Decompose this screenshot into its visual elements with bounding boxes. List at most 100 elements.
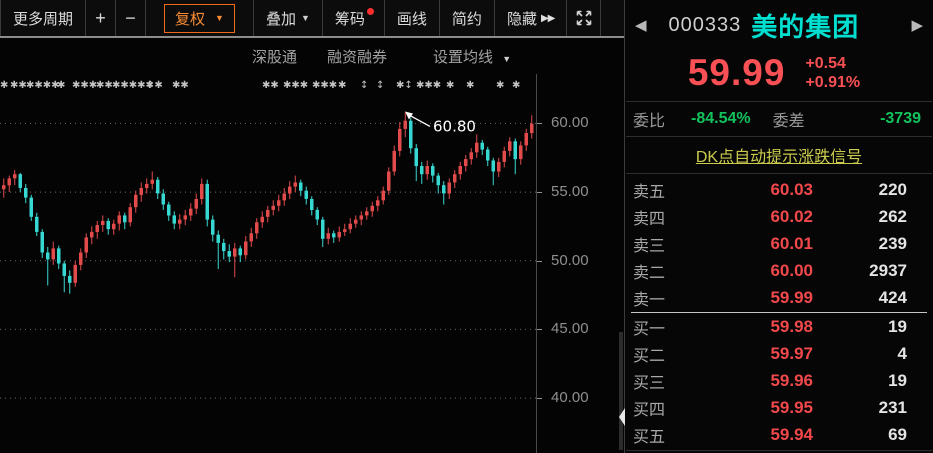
dk-signal-link[interactable]: DK点自动提示涨跌信号 [696, 143, 862, 167]
next-stock-arrow-icon[interactable]: ▶ [911, 16, 923, 34]
bid-row-1[interactable]: 买一 59.98 19 [625, 313, 933, 340]
bid-row-3[interactable]: 买三 59.96 19 [625, 367, 933, 394]
bid-label: 买二 [633, 347, 666, 365]
more-periods-button[interactable]: 更多周期 [0, 0, 87, 36]
hide-label: 隐藏 [506, 10, 537, 28]
collapse-left-arrow-icon [619, 408, 625, 426]
ask-price: 59.99 [770, 288, 813, 308]
ask-price: 60.01 [770, 234, 813, 254]
caret-down-icon: ▼ [300, 13, 310, 23]
ask-label: 卖二 [633, 265, 666, 283]
prev-stock-arrow-icon[interactable]: ◀ [635, 16, 647, 34]
event-marker-icon: ✱✱ [96, 80, 113, 91]
event-marker-icon: ✱✱✱✱ [26, 80, 60, 91]
ask-price: 60.02 [770, 206, 813, 226]
y-axis-label: 45.00 [551, 320, 589, 338]
simple-mode-button[interactable]: 简约 [440, 0, 495, 36]
bid-row-2[interactable]: 买二 59.97 4 [625, 340, 933, 367]
ask-volume: 220 [878, 179, 907, 199]
fullscreen-expand-icon [576, 10, 592, 26]
event-marker-icon: ↕ [376, 80, 384, 91]
zoom-in-button[interactable]: + [86, 0, 117, 36]
adjust-price-cell: 复权 ▼ [146, 0, 254, 36]
fullscreen-button[interactable] [567, 0, 602, 36]
hide-button[interactable]: 隐藏 ▶▶ [495, 0, 568, 36]
notification-dot-icon [366, 7, 374, 15]
ask-volume: 424 [878, 288, 907, 308]
ma-settings-dropdown[interactable]: 设置均线 ▼ [433, 46, 511, 67]
event-marker-icon: ✱ [57, 80, 65, 91]
y-axis-tick [537, 192, 542, 194]
stock-app-window: 更多周期 + − 复权 ▼ 叠加 ▼ 筹码 画线 简约 隐藏 ▶▶ 深股通 融资… [0, 0, 933, 453]
ask-row-2[interactable]: 卖二 60.00 2937 [625, 258, 933, 285]
event-marker-icon: ✱↕ [396, 80, 413, 91]
last-price: 59.99 [687, 52, 786, 94]
event-marker-icon: ✱✱ [262, 80, 279, 91]
event-marker-icon: ✱ [496, 80, 504, 91]
ask-row-1[interactable]: 卖一 59.99 424 [625, 285, 933, 312]
bid-label: 买五 [633, 429, 666, 447]
weibi-value: -84.54% [691, 110, 751, 128]
quote-panel: ◀ 000333 美的集团 ▶ 59.99 +0.54 +0.91% 委比 -8… [624, 0, 933, 453]
bid-row-5[interactable]: 买五 59.94 69 [625, 422, 933, 449]
bid-row-4[interactable]: 买四 59.95 231 [625, 395, 933, 422]
event-marker-icon: ↕✱ [146, 80, 163, 91]
y-axis-tick [537, 260, 542, 262]
chips-button[interactable]: 筹码 [323, 0, 385, 36]
stock-name: 美的集团 [751, 11, 860, 42]
scrollbar-strip[interactable] [619, 332, 623, 450]
event-marker-icon: ✱✱✱ [72, 80, 97, 91]
event-marker-icon: ✱✱ [10, 80, 27, 91]
ask-row-3[interactable]: 卖三 60.01 239 [625, 231, 933, 258]
bid-volume: 69 [888, 425, 907, 445]
panel-collapse-handle[interactable] [618, 402, 626, 432]
candlestick-plot[interactable]: ✱ ✱✱ ✱✱✱✱ ✱ ✱✱✱ ✱✱ ✱✱✱✱✱ ↕✱ ✱✱ ✱✱ ✱✱✱ ✱✱✱ ✱ ↕ ↕ ✱↕ ✱✱✱ ✱ ✱… [0, 74, 537, 453]
event-marker-icon: ✱✱✱ [416, 80, 441, 91]
order-imbalance-row: 委比 -84.54% 委差 -3739 [625, 102, 933, 136]
bid-volume: 19 [888, 371, 907, 391]
price-change-percent: +0.91% [805, 74, 861, 92]
y-axis-label: 40.00 [551, 389, 589, 407]
event-marker-icon: ✱ [466, 80, 474, 91]
order-book: 卖五 60.03 220 卖四 60.02 262 卖三 60.01 239 卖… [625, 174, 933, 453]
quote-header: ◀ 000333 美的集团 ▶ [625, 0, 933, 45]
event-marker-icon: ✱ [446, 80, 454, 91]
ask-row-4[interactable]: 卖四 60.02 262 [625, 203, 933, 230]
event-marker-icon: ✱ [338, 80, 346, 91]
chart-subheader: 深股通 融资融券 设置均线 ▼ [0, 38, 624, 74]
ask-price: 60.03 [770, 179, 813, 199]
bid-label: 买三 [633, 375, 666, 393]
caret-down-icon: ▼ [502, 53, 512, 64]
ask-label: 卖一 [633, 292, 666, 310]
bid-price: 59.98 [770, 316, 813, 336]
weicha-label: 委差 [772, 113, 805, 131]
draw-line-button[interactable]: 画线 [385, 0, 440, 36]
bid-volume: 231 [878, 398, 907, 418]
candlestick-chart-svg: ✱ ✱✱ ✱✱✱✱✱ ✱✱✱✱✱ ✱✱✱✱✱↕✱ ✱✱ ✱✱ ✱✱✱ ✱✱✱ ✱ ↕ ↕ ✱↕ ✱✱✱ ✱ ✱… [0, 80, 537, 399]
event-marker-icon: ✱ [0, 80, 8, 91]
plot-region: ✱ ✱✱ ✱✱✱✱ ✱ ✱✱✱ ✱✱ ✱✱✱✱✱ ↕✱ ✱✱ ✱✱ ✱✱✱ ✱✱✱ ✱ ↕ ↕ ✱↕ ✱✱✱ ✱ ✱… [0, 74, 624, 453]
y-axis-tick [537, 398, 542, 400]
dk-signal-row: DK点自动提示涨跌信号 [625, 137, 933, 173]
zoom-out-button[interactable]: − [116, 0, 147, 36]
ask-label: 卖三 [633, 238, 666, 256]
ask-label: 卖五 [633, 183, 666, 201]
shenzhen-connect-toggle[interactable]: 深股通 [252, 46, 297, 67]
overlay-button[interactable]: 叠加 ▼ [254, 0, 323, 36]
event-marker-icon: ✱✱ [172, 80, 189, 91]
adjust-price-button[interactable]: 复权 ▼ [164, 3, 235, 33]
ask-volume: 262 [878, 206, 907, 226]
bid-price: 59.95 [770, 398, 813, 418]
chart-toolbar: 更多周期 + − 复权 ▼ 叠加 ▼ 筹码 画线 简约 隐藏 ▶▶ [0, 0, 624, 38]
bid-price: 59.96 [770, 371, 813, 391]
ask-price: 60.00 [770, 261, 813, 281]
margin-trading-toggle[interactable]: 融资融券 [327, 46, 387, 67]
ask-volume: 239 [878, 234, 907, 254]
ask-row-5[interactable]: 卖五 60.03 220 [625, 176, 933, 203]
bid-price: 59.97 [770, 343, 813, 363]
bid-label: 买一 [633, 320, 666, 338]
price-annotation: 60.80 [433, 117, 476, 135]
caret-down-icon: ▼ [215, 13, 224, 23]
bid-volume: 19 [888, 316, 907, 336]
overlay-label: 叠加 [265, 10, 296, 28]
